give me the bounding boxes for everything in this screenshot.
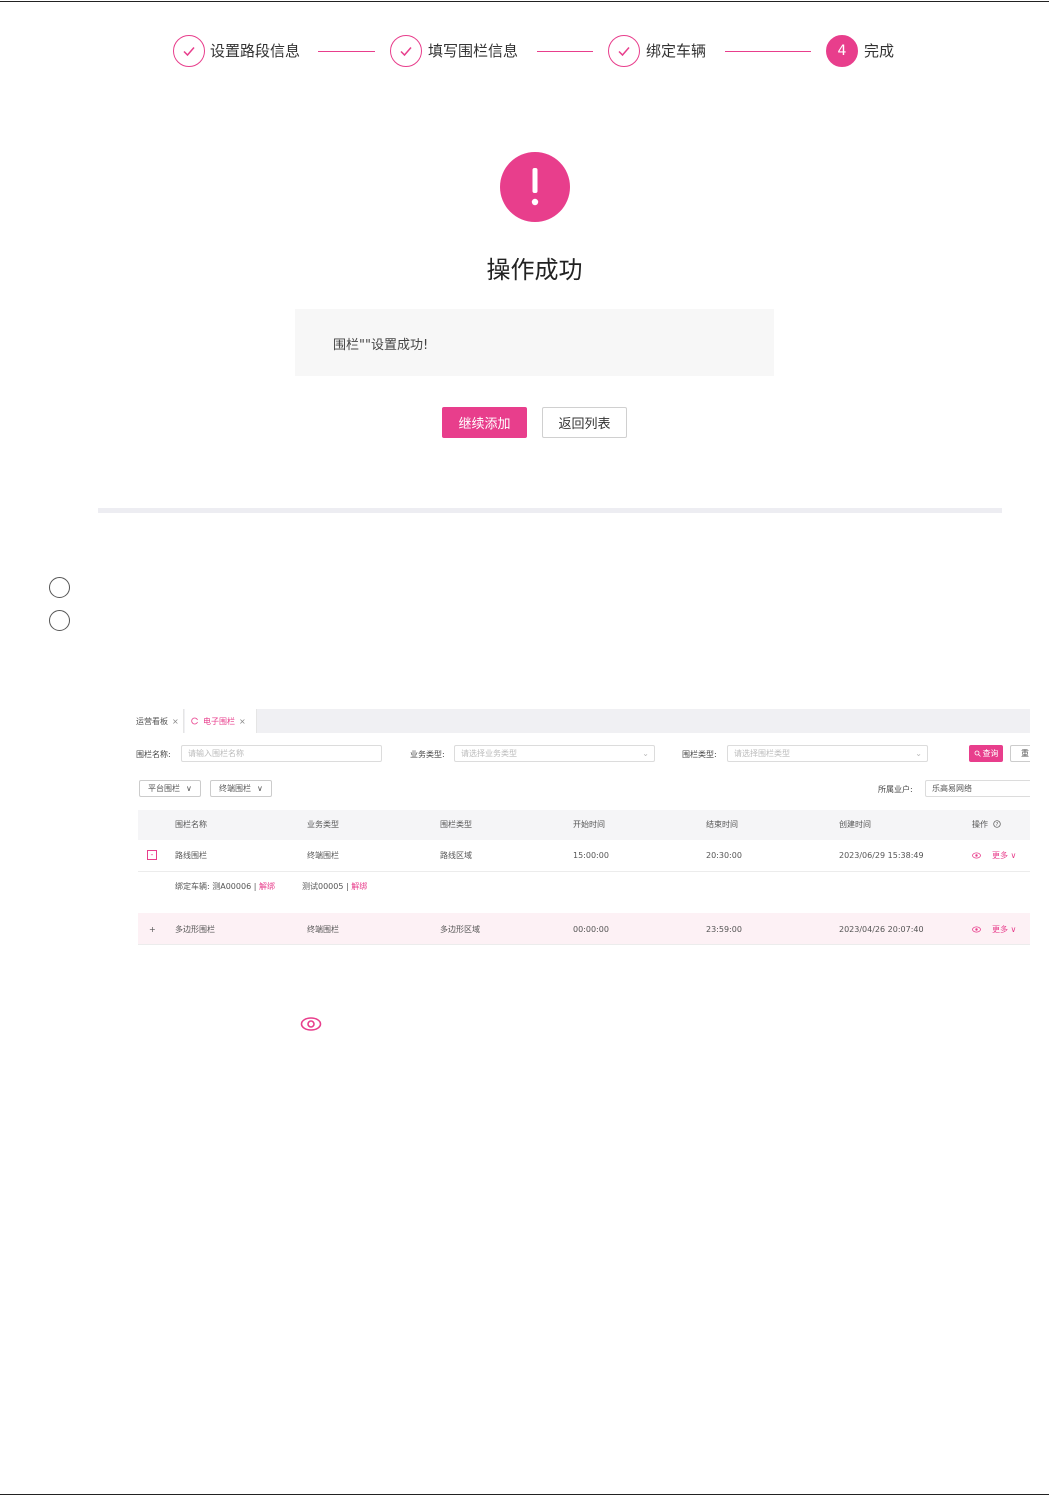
tenant-label: 所属业户: [878, 785, 913, 794]
table-cell: 终端围栏 [307, 851, 339, 860]
chevron-down-icon: ⌄ [915, 749, 922, 758]
expand-row-button[interactable]: + [149, 925, 156, 935]
table-cell: 00:00:00 [573, 925, 609, 934]
dropdown-label: 终端围栏 [219, 784, 251, 793]
exclamation-icon [500, 152, 570, 222]
chevron-down-icon: ∨ [257, 784, 263, 793]
select-placeholder: 请选择业务类型 [461, 749, 517, 758]
column-header: 业务类型 [307, 820, 339, 829]
table-cell: 2023/04/26 20:07:40 [839, 925, 924, 934]
section-divider [98, 508, 1002, 513]
fence-name-label: 围栏名称: [136, 750, 171, 759]
fence-name-input[interactable]: 请输入围栏名称 [181, 745, 382, 762]
table-cell: 路线围栏 [175, 851, 207, 860]
tab-operations-board[interactable]: 运营看板 × [130, 709, 184, 733]
back-to-list-button[interactable]: 返回列表 [542, 407, 627, 438]
close-icon[interactable]: × [172, 717, 179, 726]
row-divider [138, 871, 1030, 872]
chevron-down-icon: ⌄ [642, 749, 649, 758]
query-button-label: 查询 [982, 749, 999, 758]
more-menu[interactable]: 更多 ∨ [992, 851, 1016, 861]
table-cell: 终端围栏 [307, 925, 339, 934]
bottom-rule [0, 1494, 1049, 1495]
query-button[interactable]: 查询 [969, 745, 1003, 762]
table-cell: 23:59:00 [706, 925, 742, 934]
radio-bullet-2 [49, 610, 70, 631]
more-menu[interactable]: 更多 ∨ [992, 925, 1016, 935]
column-header: 开始时间 [573, 820, 605, 829]
separator: | [253, 882, 257, 891]
step-3-check-icon [608, 35, 640, 67]
reset-button[interactable]: 重 [1010, 745, 1030, 762]
terminal-fence-dropdown[interactable]: 终端围栏 ∨ [210, 780, 272, 797]
tab-electronic-fence[interactable]: 电子围栏 × [185, 709, 257, 733]
binding-label: 绑定车辆: [175, 882, 210, 891]
more-label: 更多 [992, 925, 1008, 934]
table-cell: 多边形区域 [440, 925, 480, 934]
chevron-down-icon: ∨ [186, 784, 192, 793]
table-cell: 15:00:00 [573, 851, 609, 860]
close-icon[interactable]: × [239, 717, 246, 726]
steps-bar: 设置路段信息 填写围栏信息 绑定车辆 4 完成 [0, 32, 1049, 72]
business-type-label: 业务类型: [410, 750, 445, 759]
continue-add-button[interactable]: 继续添加 [442, 407, 527, 438]
separator: | [346, 882, 349, 891]
radio-bullet-1 [49, 577, 70, 598]
step-1-label: 设置路段信息 [210, 42, 301, 60]
tenant-select[interactable]: 乐高易网络 [925, 780, 1030, 797]
select-placeholder: 请选择围栏类型 [734, 749, 790, 758]
step-1-check-icon [173, 35, 205, 67]
table-cell: 2023/06/29 15:38:49 [839, 851, 924, 860]
table-cell: 多边形围栏 [175, 925, 215, 934]
step-4-label: 完成 [864, 42, 895, 60]
column-header: 创建时间 [839, 820, 871, 829]
tab-label: 电子围栏 [203, 716, 235, 726]
help-icon[interactable]: ? [992, 820, 1001, 828]
chevron-down-icon: ∨ [1010, 925, 1017, 934]
svg-text:?: ? [995, 822, 998, 828]
top-rule [0, 1, 1049, 2]
eye-icon [300, 1017, 322, 1031]
table-cell: 路线区域 [440, 851, 472, 860]
binding-info: 绑定车辆: 测A00006 | 解绑 [175, 882, 275, 892]
search-icon [974, 750, 981, 757]
step-connector [537, 51, 593, 52]
table-cell: 20:30:00 [706, 851, 742, 860]
embedded-screenshot: 运营看板 × 电子围栏 × 围栏名称: 请输入围栏名称 业务类型: 请选择业务类… [130, 706, 1030, 956]
unbind-link[interactable]: 解绑 [259, 882, 275, 891]
column-header-label: 操作 [972, 820, 988, 829]
platform-fence-dropdown[interactable]: 平台围栏 ∨ [139, 780, 201, 797]
step-2-check-icon [390, 35, 422, 67]
binding-vehicle: 测试00005 [302, 882, 344, 891]
eye-icon[interactable] [972, 852, 981, 859]
fence-type-select[interactable]: 请选择围栏类型 ⌄ [727, 745, 928, 762]
row-divider [138, 944, 1030, 945]
binding-info: 测试00005 | 解绑 [302, 882, 367, 892]
result-title: 操作成功 [486, 256, 583, 284]
column-header: 围栏类型 [440, 820, 472, 829]
more-label: 更多 [992, 851, 1008, 860]
step-4-number: 4 [826, 35, 858, 67]
step-connector [725, 51, 811, 52]
step-2-label: 填写围栏信息 [428, 42, 519, 60]
tab-bar: 运营看板 × 电子围栏 × [130, 709, 1030, 733]
column-header: 结束时间 [706, 820, 738, 829]
column-header: 操作 ? [972, 820, 1001, 830]
unbind-link[interactable]: 解绑 [351, 882, 367, 891]
result-message: 围栏""设置成功! [333, 338, 429, 353]
business-type-select[interactable]: 请选择业务类型 ⌄ [454, 745, 655, 762]
step-3-label: 绑定车辆 [646, 42, 707, 60]
result-message-box: 围栏""设置成功! [295, 309, 774, 376]
chevron-down-icon: ∨ [1010, 851, 1017, 860]
binding-vehicle: 测A00006 [212, 882, 252, 891]
refresh-icon [191, 717, 198, 725]
step-connector [318, 51, 375, 52]
tab-label: 运营看板 [136, 716, 168, 726]
dropdown-label: 平台围栏 [148, 784, 180, 793]
collapse-row-button[interactable]: - [147, 850, 157, 860]
fence-type-label: 围栏类型: [682, 750, 717, 759]
eye-icon[interactable] [972, 926, 981, 933]
column-header: 围栏名称 [175, 820, 207, 829]
